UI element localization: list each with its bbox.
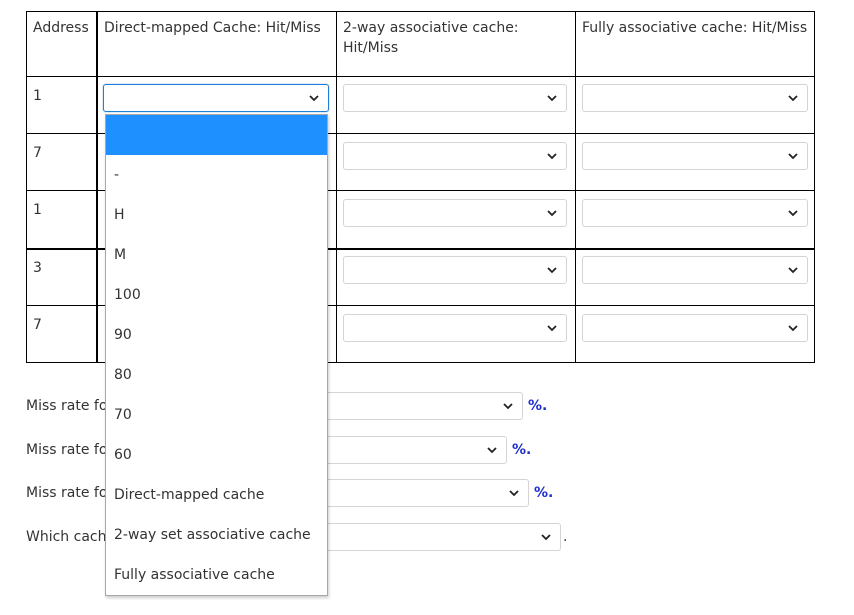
dropdown-option[interactable]: M [106, 235, 327, 275]
question-label-miss-rate-two-way: Miss rate fo [26, 442, 108, 458]
dropdown-option[interactable]: - [106, 155, 327, 195]
direct-mapped-select-row-1[interactable] [103, 84, 329, 112]
header-address: Address [33, 20, 89, 36]
question-label-miss-rate-fully: Miss rate fo [26, 485, 108, 501]
header-two-way: 2-way associative cache: Hit/Miss [343, 20, 519, 56]
chevron-down-icon [509, 488, 519, 498]
dropdown-option[interactable]: Direct-mapped cache [106, 475, 327, 515]
question-label-miss-rate-direct: Miss rate fo [26, 398, 108, 414]
table-border-right [814, 11, 815, 363]
chevron-down-icon [309, 93, 319, 103]
table-divider [336, 11, 337, 363]
two-way-select-row-5[interactable] [343, 314, 567, 342]
dropdown-option[interactable]: 60 [106, 435, 327, 475]
two-way-select-row-4[interactable] [343, 256, 567, 284]
address-cell: 1 [33, 88, 42, 104]
two-way-select-row-3[interactable] [343, 199, 567, 227]
dropdown-option[interactable]: 90 [106, 315, 327, 355]
chevron-down-icon [788, 93, 798, 103]
chevron-down-icon [487, 445, 497, 455]
percent-suffix: %. [512, 442, 532, 458]
question-label-which-cache: Which cach [26, 529, 107, 545]
chevron-down-icon [547, 93, 557, 103]
chevron-down-icon [788, 208, 798, 218]
two-way-select-row-2[interactable] [343, 142, 567, 170]
table-divider [26, 76, 815, 77]
dropdown-option-blank[interactable] [106, 115, 327, 155]
two-way-select-row-1[interactable] [343, 84, 567, 112]
dropdown-option[interactable]: 2-way set associative cache [106, 515, 327, 555]
chevron-down-icon [547, 208, 557, 218]
table-border-top [26, 11, 815, 12]
percent-suffix: %. [534, 485, 554, 501]
chevron-down-icon [788, 151, 798, 161]
address-cell: 1 [33, 202, 42, 218]
dropdown-option[interactable]: Fully associative cache [106, 555, 327, 595]
dropdown-option[interactable]: 70 [106, 395, 327, 435]
dropdown-option[interactable]: 80 [106, 355, 327, 395]
chevron-down-icon [503, 401, 513, 411]
address-cell: 7 [33, 145, 42, 161]
fully-select-row-5[interactable] [582, 314, 808, 342]
chevron-down-icon [547, 323, 557, 333]
dropdown-options-list[interactable]: - H M 100 90 80 70 60 Direct-mapped cach… [105, 114, 328, 596]
table-border-left [26, 11, 27, 363]
fully-select-row-1[interactable] [582, 84, 808, 112]
miss-rate-fully-select[interactable] [300, 479, 529, 507]
fully-select-row-4[interactable] [582, 256, 808, 284]
chevron-down-icon [788, 323, 798, 333]
address-cell: 3 [33, 260, 42, 276]
chevron-down-icon [547, 265, 557, 275]
which-cache-select[interactable] [300, 523, 561, 551]
header-fully-associative: Fully associative cache: Hit/Miss [582, 20, 808, 36]
miss-rate-direct-select[interactable] [300, 392, 523, 420]
chevron-down-icon [547, 151, 557, 161]
fully-select-row-2[interactable] [582, 142, 808, 170]
period-suffix: . [563, 529, 568, 545]
table-divider [575, 11, 576, 363]
percent-suffix: %. [528, 398, 548, 414]
dropdown-option[interactable]: H [106, 195, 327, 235]
address-cell: 7 [33, 317, 42, 333]
table-divider [96, 11, 98, 363]
dropdown-option[interactable]: 100 [106, 275, 327, 315]
miss-rate-two-way-select[interactable] [300, 436, 507, 464]
header-direct-mapped: Direct-mapped Cache: Hit/Miss [104, 20, 321, 36]
fully-select-row-3[interactable] [582, 199, 808, 227]
chevron-down-icon [541, 532, 551, 542]
chevron-down-icon [788, 265, 798, 275]
